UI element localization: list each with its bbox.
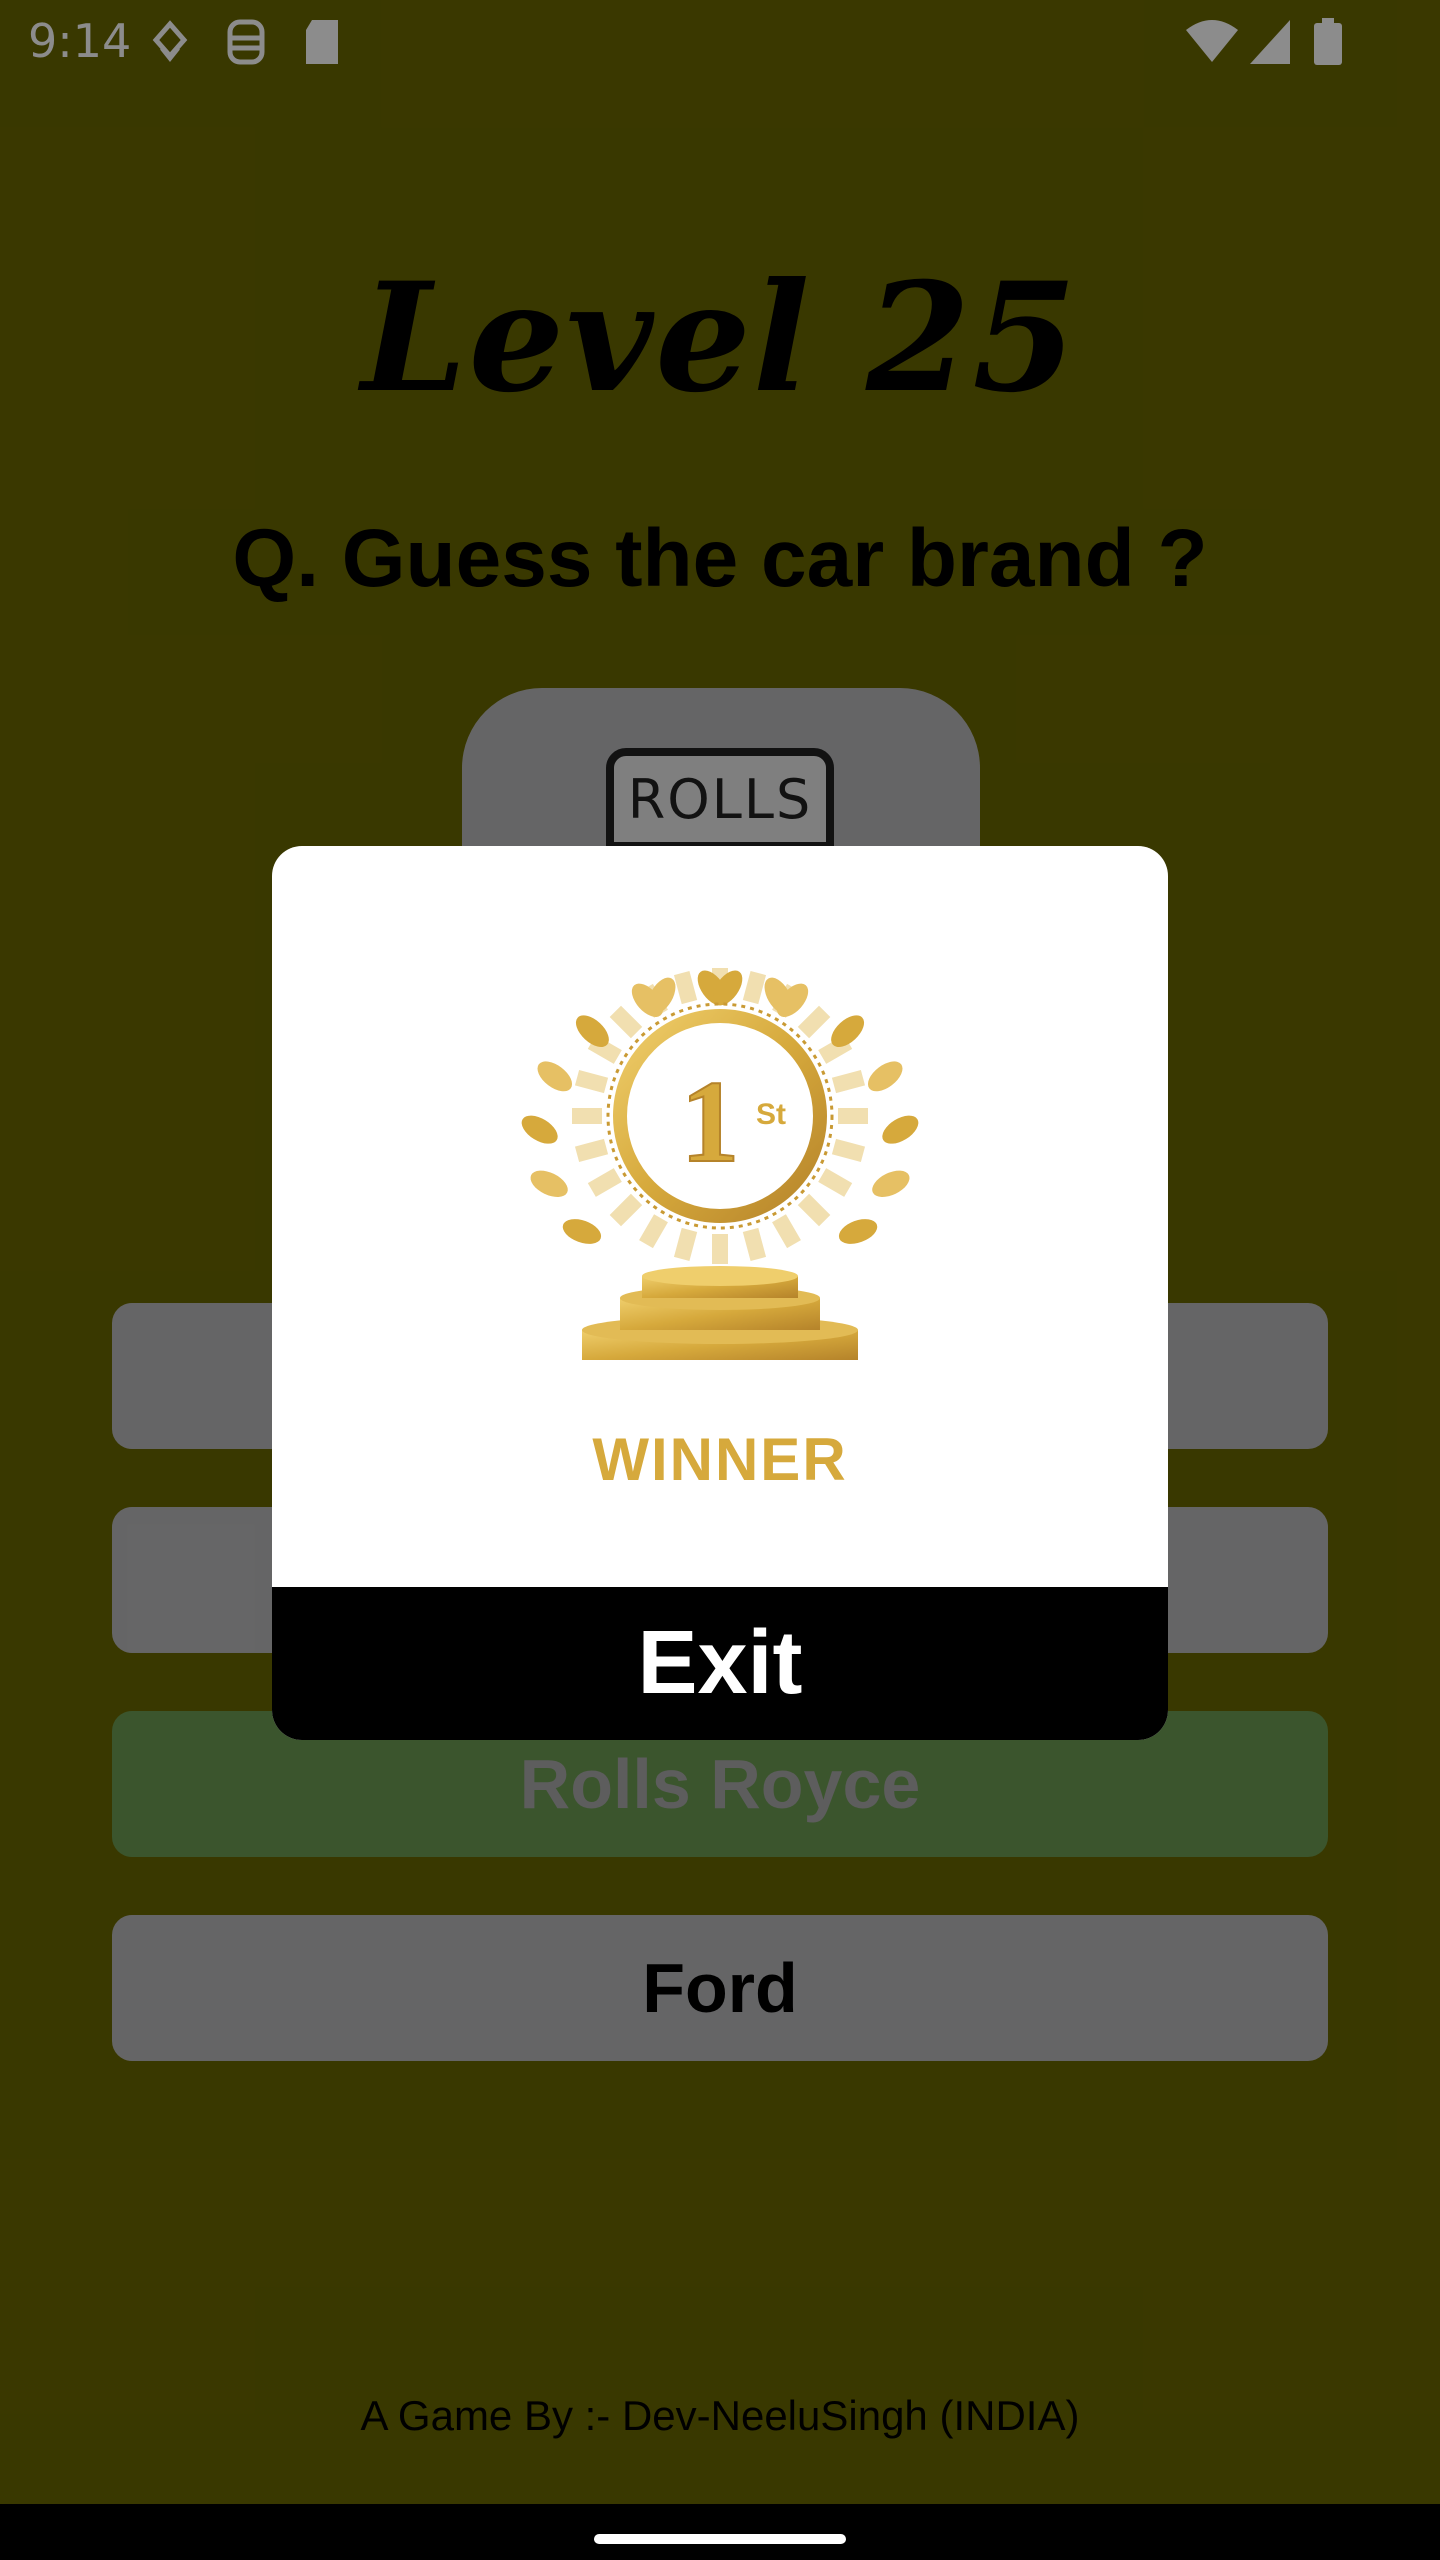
navigation-bar (0, 2504, 1440, 2560)
medal-ray (772, 1214, 801, 1249)
medal-ray (818, 1168, 853, 1197)
medal-ray (831, 1138, 866, 1163)
medal-ray (574, 1138, 609, 1163)
laurel-leaf (530, 1170, 568, 1197)
winner-dialog: 1 St WINNER Exit (272, 846, 1168, 1740)
medal-ray (574, 1069, 609, 1094)
laurel-leaf (537, 1061, 573, 1092)
laurel-leaf (838, 1219, 878, 1244)
medal-ray (639, 1214, 668, 1249)
home-gesture-handle[interactable] (594, 2534, 846, 2544)
laurel-leaf (521, 1115, 558, 1144)
medal-ray (797, 1005, 831, 1039)
laurel-leaf (872, 1170, 910, 1197)
laurel-leaf (882, 1115, 919, 1144)
laurel-leaf (562, 1219, 602, 1244)
laurel-leaf (867, 1061, 903, 1092)
podium-icon (582, 1266, 858, 1360)
medal-ray (673, 970, 698, 1005)
medal-ray (609, 1193, 643, 1227)
exit-button[interactable]: Exit (272, 1587, 1168, 1740)
medal-suffix: St (756, 1098, 786, 1131)
medal-ray (609, 1005, 643, 1039)
medal-number: 1 (681, 1056, 740, 1187)
medal-ray (831, 1069, 866, 1094)
medal-ray (742, 970, 767, 1005)
winner-trophy-graphic: 1 St WINNER (272, 846, 1168, 1587)
winner-label: WINNER (592, 1426, 847, 1493)
medal-ray (673, 1227, 698, 1262)
medal-ray (742, 1227, 767, 1262)
medal-ray (797, 1193, 831, 1227)
medal-ray (587, 1168, 622, 1197)
